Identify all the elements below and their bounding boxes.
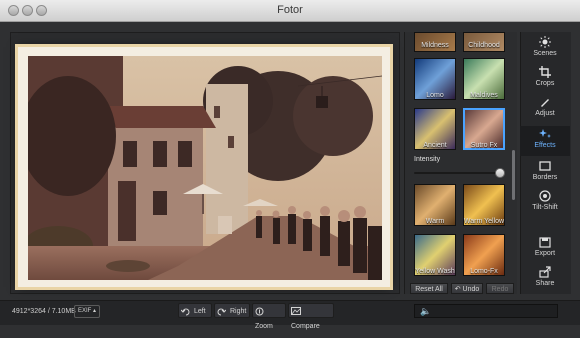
speaker-icon[interactable]: 🔈 (420, 306, 431, 317)
effect-label-sutro-fx: Sutro Fx (470, 142, 498, 149)
effect-label-ancient: Ancient (423, 142, 447, 149)
share-icon (539, 266, 551, 278)
effect-label-warm-yellow: Warm Yellow (463, 218, 505, 225)
borders-icon (539, 161, 551, 171)
crops-label: Crops (535, 80, 555, 87)
rotate-left-button[interactable]: Left (178, 303, 212, 318)
adjust-label: Adjust (535, 110, 555, 117)
exif-button[interactable]: EXIF ▴ (74, 305, 100, 318)
scenes-tool[interactable]: Scenes (520, 36, 570, 64)
zoom-icon (255, 307, 264, 316)
redo-label: Redo (491, 286, 509, 293)
effect-label-warm: Warm (425, 218, 445, 225)
effect-label-childhood: Childhood (468, 42, 500, 49)
rotate-right-label: Right (229, 308, 247, 315)
edited-photo[interactable] (28, 56, 382, 280)
borders-tool[interactable]: Borders (520, 160, 570, 188)
tilt-shift-icon (539, 190, 551, 202)
adjust-brush-icon (541, 99, 549, 107)
crops-tool[interactable]: Crops (520, 66, 570, 94)
effect-label-yellow-wash: Yellow Wash (415, 268, 455, 275)
compare-icon (291, 307, 301, 316)
effect-label-lomo-fx: Lomo-Fx (470, 268, 498, 275)
scenes-label: Scenes (533, 50, 557, 57)
effects-sparkle-icon (539, 129, 551, 138)
effects-tool[interactable]: Effects (520, 126, 570, 156)
scenes-icon (539, 36, 551, 48)
zoom-label: Zoom (255, 323, 273, 330)
undo-button[interactable]: ↶ Undo (451, 283, 483, 294)
share-tool[interactable]: Share (520, 266, 570, 294)
effect-label-lomo: Lomo (426, 92, 444, 99)
intensity-slider-track[interactable] (414, 172, 504, 174)
title-bar: Fotor (0, 0, 580, 22)
reset-all-button[interactable]: Reset All (410, 283, 448, 294)
rotate-left-icon (180, 308, 190, 316)
export-tool[interactable]: Export (520, 236, 570, 264)
redo-button[interactable]: Redo (486, 283, 514, 294)
image-dimensions: 4912*3264 / 7.10MB (12, 308, 76, 315)
compare-label: Compare (291, 323, 320, 330)
rotate-right-button[interactable]: Right (214, 303, 250, 318)
undo-icon: ↶ (454, 286, 461, 293)
window-title: Fotor (277, 4, 303, 16)
intensity-slider-knob[interactable] (495, 168, 505, 178)
audio-bar (414, 304, 558, 318)
export-icon (539, 237, 551, 248)
tilt-shift-label: Tilt-Shift (532, 204, 558, 211)
tilt-shift-tool[interactable]: Tilt-Shift (520, 190, 570, 218)
effects-scrollbar[interactable] (512, 150, 515, 200)
zoom-button[interactable]: Zoom (252, 303, 286, 330)
compare-button[interactable]: Compare (288, 303, 334, 330)
effect-label-mildness: Mildness (421, 42, 449, 49)
effect-label-maldives: Maldives (470, 92, 498, 99)
rotate-left-label: Left (193, 308, 206, 315)
undo-label: Undo (462, 286, 480, 293)
adjust-tool[interactable]: Adjust (520, 96, 570, 124)
export-label: Export (534, 250, 556, 257)
share-label: Share (535, 280, 555, 287)
crop-icon (539, 66, 551, 78)
effects-label: Effects (534, 142, 556, 149)
intensity-label: Intensity (414, 156, 441, 163)
rotate-right-icon (217, 308, 227, 316)
borders-label: Borders (532, 174, 558, 181)
